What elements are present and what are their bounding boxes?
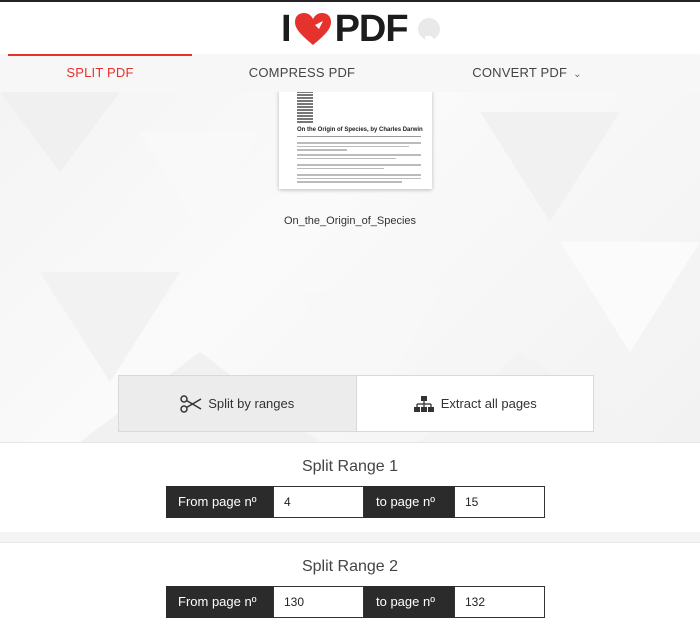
split-range-panel: Split Range 1 From page nº 4 to page nº …: [0, 442, 700, 533]
split-by-ranges-button[interactable]: Split by ranges: [119, 376, 357, 431]
thumbnail-paragraph: [297, 172, 421, 183]
split-mode-selector: Split by ranges Extract all pages: [118, 375, 594, 432]
thumbnail-paragraph: [297, 140, 421, 151]
thumbnail-header-lines: [297, 92, 313, 123]
to-page-input[interactable]: 132: [454, 586, 545, 618]
to-page-input[interactable]: 15: [454, 486, 545, 518]
file-name: On_the_Origin_of_Species: [283, 215, 417, 227]
scissors-icon: [180, 394, 202, 413]
from-page-label: From page nº: [166, 586, 273, 618]
thumbnail-doc-title: On the Origin of Species, by Charles Dar…: [297, 127, 423, 133]
logo-letter-i: I: [281, 7, 292, 50]
thumbnail-paragraph: [297, 152, 421, 159]
to-page-label: to page nº: [364, 586, 454, 618]
header: I PDF: [0, 0, 700, 54]
hierarchy-icon: [413, 395, 434, 412]
nav-compress-pdf[interactable]: COMPRESS PDF: [230, 54, 374, 92]
from-page-label: From page nº: [166, 486, 273, 518]
logo-pdf-text: PDF: [334, 7, 409, 50]
range-fields: From page nº 130 to page nº 132: [166, 586, 545, 618]
extract-all-pages-label: Extract all pages: [440, 396, 537, 411]
chevron-down-icon: ⌄: [573, 69, 582, 80]
nav-convert-pdf-label: CONVERT PDF: [472, 65, 568, 80]
tag-icon: [417, 18, 440, 43]
panel-separator: [0, 532, 700, 542]
thumbnail-paragraph: [297, 162, 421, 169]
to-page-label: to page nº: [364, 486, 454, 518]
extract-all-pages-button[interactable]: Extract all pages: [357, 376, 594, 431]
pdf-thumbnail[interactable]: On the Origin of Species, by Charles Dar…: [279, 92, 432, 189]
thumbnail-rule: [297, 136, 421, 137]
split-by-ranges-label: Split by ranges: [208, 396, 295, 411]
split-range-title: Split Range 2: [301, 558, 399, 575]
main-nav: SPLIT PDF COMPRESS PDF CONVERT PDF ⌄: [0, 54, 700, 93]
nav-convert-pdf[interactable]: CONVERT PDF ⌄: [452, 54, 602, 92]
range-fields: From page nº 4 to page nº 15: [166, 486, 545, 518]
ilovepdf-logo[interactable]: I PDF: [281, 7, 440, 50]
nav-split-pdf[interactable]: SPLIT PDF: [8, 54, 192, 92]
from-page-input[interactable]: 4: [273, 486, 364, 518]
from-page-input[interactable]: 130: [273, 586, 364, 618]
heart-icon: [293, 11, 333, 47]
nav-compress-pdf-label: COMPRESS PDF: [248, 65, 356, 80]
split-range-title: Split Range 1: [301, 458, 399, 475]
split-range-panel: Split Range 2 From page nº 130 to page n…: [0, 542, 700, 629]
nav-split-pdf-label: SPLIT PDF: [66, 65, 134, 80]
